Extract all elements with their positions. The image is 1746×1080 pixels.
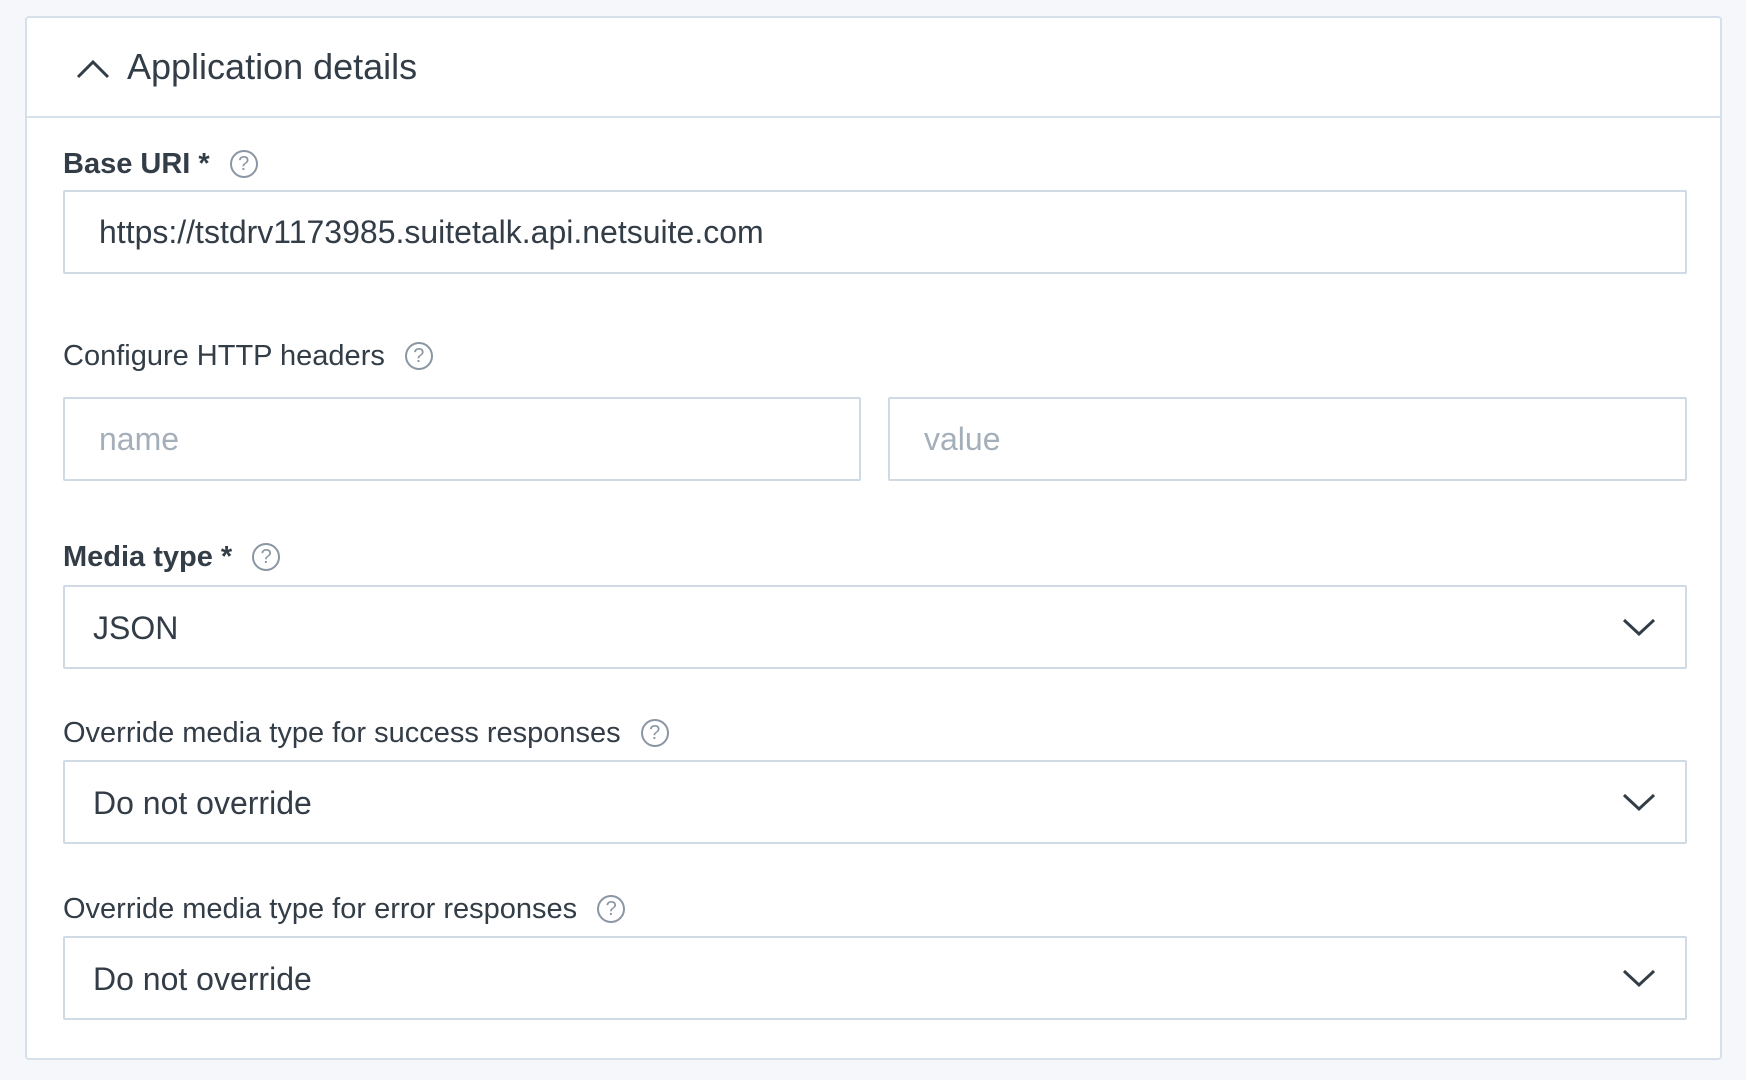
application-details-panel: Application details Base URI * ? Configu… — [25, 16, 1722, 1060]
header-value-input[interactable] — [888, 397, 1687, 481]
base-uri-label-text: Base URI * — [63, 148, 210, 180]
panel-title: Application details — [127, 46, 418, 87]
error-override-selected-value: Do not override — [93, 961, 312, 997]
success-override-help-icon[interactable]: ? — [640, 719, 669, 747]
success-override-label: Override media type for success response… — [63, 715, 669, 751]
media-type-label: Media type * ? — [63, 539, 281, 575]
chevron-up-icon[interactable] — [73, 56, 113, 82]
chevron-down-icon — [1622, 793, 1656, 812]
error-override-select[interactable]: Do not override — [63, 936, 1687, 1020]
chevron-down-icon — [1622, 969, 1656, 988]
success-override-selected-value: Do not override — [93, 785, 312, 821]
http-headers-label: Configure HTTP headers ? — [63, 338, 433, 374]
panel-header[interactable]: Application details — [27, 18, 1720, 118]
media-type-help-icon[interactable]: ? — [252, 543, 281, 571]
error-override-label: Override media type for error responses … — [63, 891, 626, 927]
error-override-label-text: Override media type for error responses — [63, 893, 578, 925]
success-override-label-text: Override media type for success response… — [63, 717, 621, 749]
http-headers-label-text: Configure HTTP headers — [63, 340, 385, 372]
success-override-select[interactable]: Do not override — [63, 760, 1687, 844]
chevron-down-icon — [1622, 618, 1656, 637]
http-headers-help-icon[interactable]: ? — [404, 342, 433, 370]
base-uri-help-icon[interactable]: ? — [229, 150, 258, 178]
error-override-help-icon[interactable]: ? — [597, 895, 626, 923]
media-type-selected-value: JSON — [93, 610, 179, 646]
media-type-label-text: Media type * — [63, 541, 233, 573]
base-uri-label: Base URI * ? — [63, 146, 258, 182]
media-type-select[interactable]: JSON — [63, 585, 1687, 669]
base-uri-input[interactable] — [63, 190, 1687, 274]
header-name-input[interactable] — [63, 397, 861, 481]
